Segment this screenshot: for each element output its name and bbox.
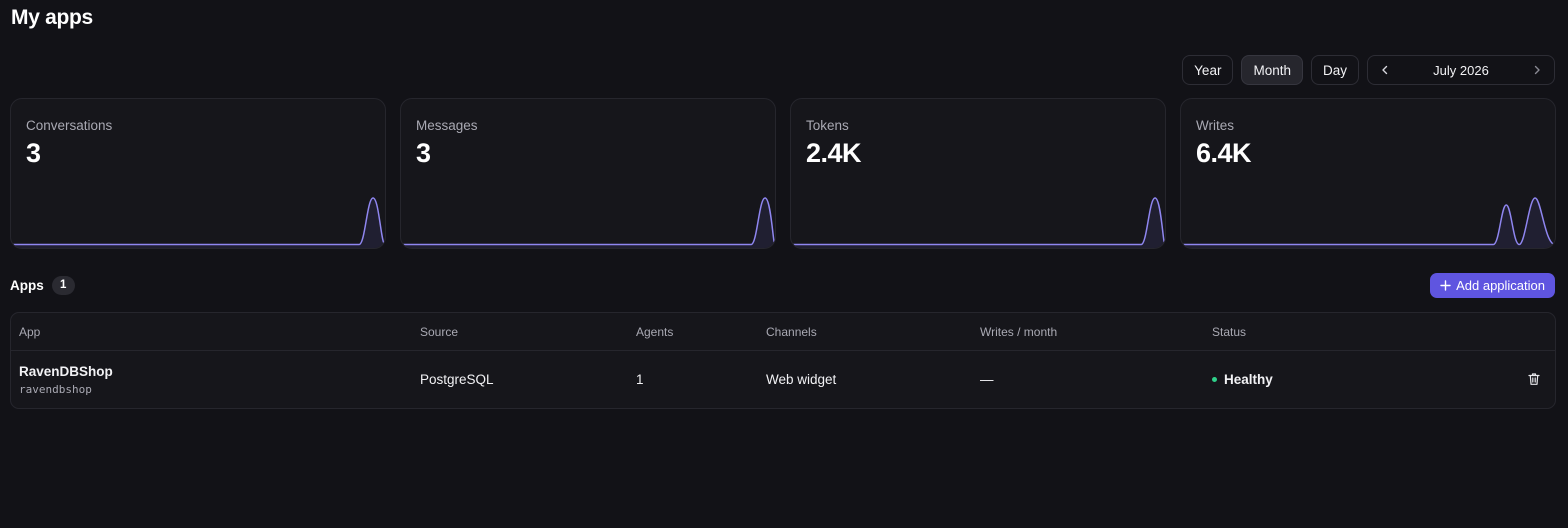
status-label: Healthy xyxy=(1224,372,1273,387)
date-navigator: July 2026 xyxy=(1367,55,1555,85)
app-agents: 1 xyxy=(636,372,644,387)
stat-card-messages: Messages 3 xyxy=(400,98,776,249)
apps-table: App Source Agents Channels Writes / mont… xyxy=(10,312,1556,409)
apps-header: Apps 1 Add application xyxy=(10,272,1555,298)
stat-card-writes: Writes 6.4K xyxy=(1180,98,1556,249)
sparkline-chart xyxy=(1181,197,1555,248)
column-header-status: Status xyxy=(1212,325,1247,339)
app-source: PostgreSQL xyxy=(420,372,494,387)
stat-value: 3 xyxy=(416,138,431,168)
period-year-button[interactable]: Year xyxy=(1182,55,1234,85)
stat-card-conversations: Conversations 3 xyxy=(10,98,386,249)
stat-label: Tokens xyxy=(806,118,849,133)
stat-value: 2.4K xyxy=(806,138,862,168)
app-writes: — xyxy=(980,372,994,387)
status-dot-icon xyxy=(1212,377,1217,382)
add-application-button[interactable]: Add application xyxy=(1430,272,1555,298)
apps-count-badge: 1 xyxy=(51,275,75,295)
stat-value: 3 xyxy=(26,138,41,168)
stat-value: 6.4K xyxy=(1196,138,1252,168)
add-application-label: Add application xyxy=(1456,277,1545,293)
trash-icon[interactable] xyxy=(1527,372,1541,386)
column-header-app: App xyxy=(19,325,41,339)
stat-label: Writes xyxy=(1196,118,1235,133)
page-title: My apps xyxy=(11,6,93,29)
column-header-source: Source xyxy=(420,325,459,339)
table-row[interactable]: RavenDBShop ravendbshop PostgreSQL 1 Web… xyxy=(11,351,1555,408)
column-header-agents: Agents xyxy=(636,325,674,339)
app-slug: ravendbshop xyxy=(19,383,92,396)
period-month-button[interactable]: Month xyxy=(1241,55,1303,85)
stat-label: Conversations xyxy=(26,118,113,133)
period-selector: Year Month Day July 2026 xyxy=(1182,55,1555,85)
period-day-button[interactable]: Day xyxy=(1310,55,1359,85)
stat-label: Messages xyxy=(416,118,478,133)
app-channels: Web widget xyxy=(766,372,837,387)
stat-cards: Conversations 3 Messages 3 Tokens 2.4K W… xyxy=(10,98,1556,249)
app-name[interactable]: RavenDBShop xyxy=(19,364,113,379)
apps-title: Apps xyxy=(10,277,44,293)
stat-card-tokens: Tokens 2.4K xyxy=(790,98,1166,249)
current-period-label: July 2026 xyxy=(1433,62,1489,78)
table-header: App Source Agents Channels Writes / mont… xyxy=(11,313,1555,351)
plus-icon xyxy=(1440,279,1451,291)
chevron-left-icon[interactable] xyxy=(1378,63,1392,77)
column-header-channels: Channels xyxy=(766,325,817,339)
app-status: Healthy xyxy=(1212,372,1273,387)
chevron-right-icon[interactable] xyxy=(1530,63,1544,77)
column-header-writes: Writes / month xyxy=(980,325,1058,339)
sparkline-chart xyxy=(791,197,1165,248)
sparkline-chart xyxy=(401,197,775,248)
sparkline-chart xyxy=(11,197,385,248)
